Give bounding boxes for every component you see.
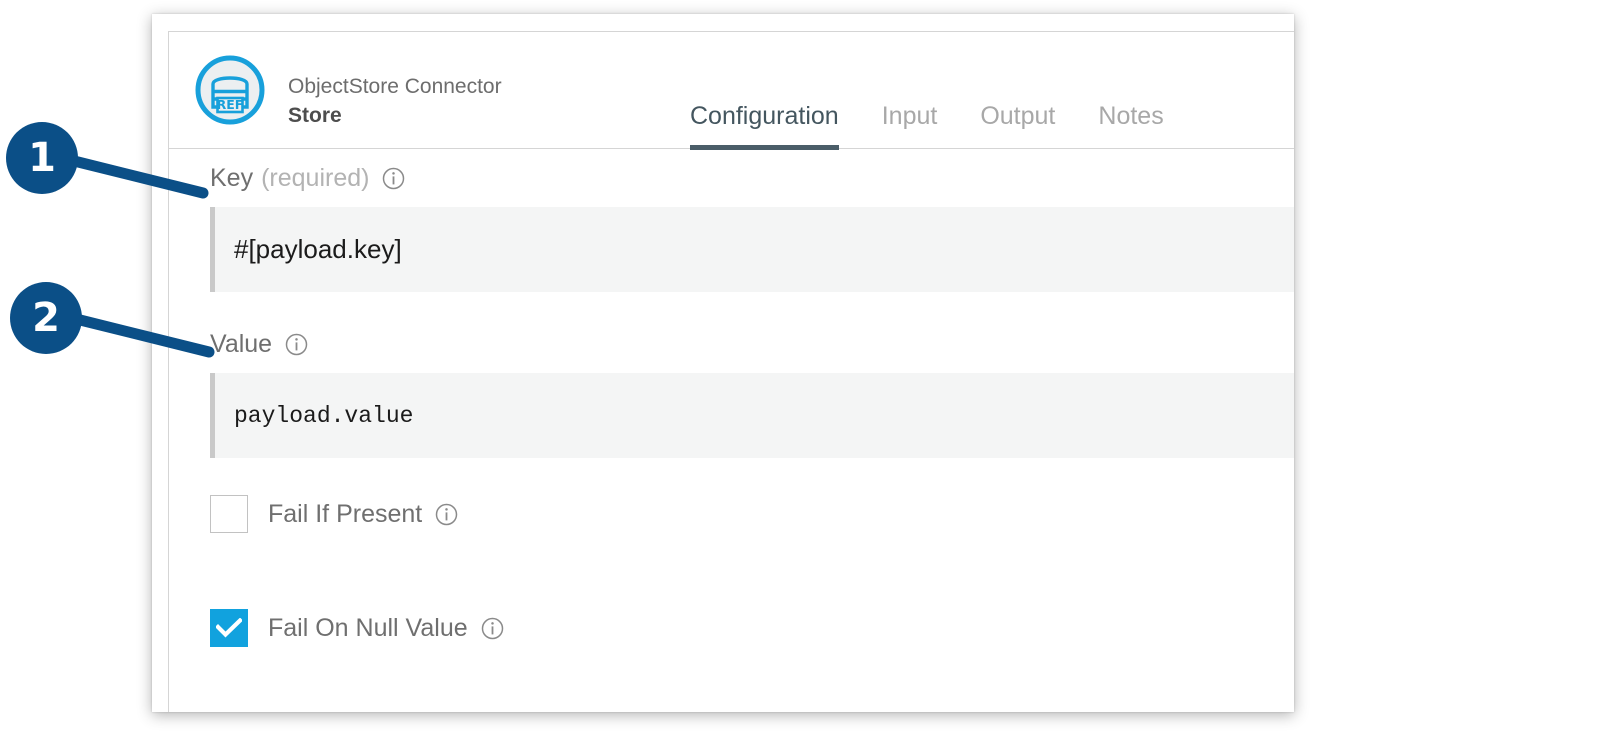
value-input[interactable]: payload.value <box>210 373 1294 458</box>
key-input[interactable]: #[payload.key] <box>210 207 1294 292</box>
field-key-required-hint: (required) <box>261 164 369 193</box>
info-icon[interactable] <box>285 333 308 356</box>
card-header: REF ObjectStore Connector Store Configur… <box>169 32 1294 149</box>
value-input-value: payload.value <box>215 403 413 429</box>
key-input-value: #[payload.key] <box>215 234 402 265</box>
svg-text:REF: REF <box>217 97 244 112</box>
callout-badge-2: 2 <box>10 282 82 354</box>
info-icon[interactable] <box>481 617 504 640</box>
field-key-label: Key <box>210 164 253 193</box>
connector-type-label: ObjectStore Connector <box>288 73 502 101</box>
field-value-label: Value <box>210 330 272 359</box>
checkbox-fail-if-present[interactable] <box>210 495 248 533</box>
field-key-label-row: Key (required) <box>169 149 1294 207</box>
connector-properties-panel: REF ObjectStore Connector Store Configur… <box>152 14 1294 712</box>
tab-bar: Configuration Input Output Notes <box>690 98 1164 149</box>
tab-configuration[interactable]: Configuration <box>690 102 839 149</box>
configuration-card: REF ObjectStore Connector Store Configur… <box>168 31 1294 712</box>
info-icon[interactable] <box>382 167 405 190</box>
checkbox-fail-on-null-value[interactable] <box>210 609 248 647</box>
field-key: Key (required) #[payload.key] <box>169 149 1294 292</box>
checkbox-fail-on-null-value-label: Fail On Null Value <box>268 614 468 643</box>
checkbox-fail-if-present-label: Fail If Present <box>268 500 422 529</box>
info-icon[interactable] <box>435 503 458 526</box>
objectstore-ref-icon: REF <box>193 53 267 127</box>
configuration-form: Key (required) #[payload.key] <box>169 149 1294 650</box>
field-spacer <box>169 292 1294 315</box>
checkbox-row-fail-if-present: Fail If Present <box>169 492 1294 536</box>
tab-input[interactable]: Input <box>882 102 938 149</box>
connector-title-group: ObjectStore Connector Store <box>288 73 502 131</box>
field-value: Value payload.value <box>169 315 1294 458</box>
field-value-label-row: Value <box>169 315 1294 373</box>
checkbox-row-fail-on-null-value: Fail On Null Value <box>169 606 1294 650</box>
operation-name-label: Store <box>288 101 502 131</box>
tab-notes[interactable]: Notes <box>1098 102 1163 149</box>
tab-output[interactable]: Output <box>980 102 1055 149</box>
callout-badge-1: 1 <box>6 122 78 194</box>
